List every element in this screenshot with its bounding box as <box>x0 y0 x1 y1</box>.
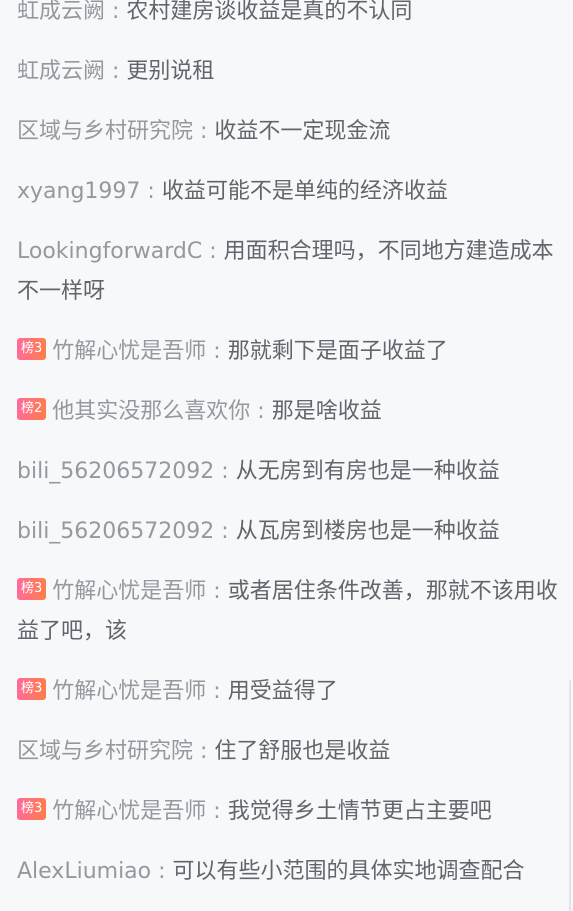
chat-message: 榜3 竹解心忧是吾师 : 用受益得了 <box>17 672 559 712</box>
message-separator: : <box>214 519 236 544</box>
message-text: 那就剩下是面子收益了 <box>227 339 448 364</box>
chat-message: 榜3 竹解心忧是吾师 : 或者居住条件改善，那就不该用收益了吧，该 <box>17 572 559 652</box>
message-separator: : <box>206 679 228 704</box>
rank-badge: 榜2 <box>17 398 47 420</box>
message-text: 更别说租 <box>126 59 215 84</box>
message-separator: : <box>105 0 127 24</box>
message-separator: : <box>214 459 236 484</box>
rank-badge: 榜3 <box>17 798 47 820</box>
chat-message: 区域与乡村研究院 : 收益不一定现金流 <box>17 112 559 152</box>
message-username[interactable]: xyang1997 <box>17 179 140 204</box>
message-text: 我觉得乡土情节更占主要吧 <box>227 799 492 824</box>
chat-message: bili_56206572092 : 从瓦房到楼房也是一种收益 <box>17 512 559 552</box>
message-username[interactable]: 竹解心忧是吾师 <box>52 339 206 364</box>
message-separator: : <box>206 799 228 824</box>
chat-message: 榜3 竹解心忧是吾师 : 我觉得乡土情节更占主要吧 <box>17 792 559 832</box>
message-separator: : <box>193 739 215 764</box>
chat-message: 榜3 竹解心忧是吾师 : 那就剩下是面子收益了 <box>17 332 559 372</box>
chat-message: 区域与乡村研究院 : 住了舒服也是收益 <box>17 732 559 772</box>
rank-badge: 榜3 <box>17 578 47 600</box>
message-username[interactable]: 区域与乡村研究院 <box>17 119 193 144</box>
message-text: 从瓦房到楼房也是一种收益 <box>235 519 500 544</box>
chat-message: 榜2 他其实没那么喜欢你 : 那是啥收益 <box>17 392 559 432</box>
message-username[interactable]: 竹解心忧是吾师 <box>52 579 206 604</box>
chat-message: AlexLiumiao : 可以有些小范围的具体实地调查配合 <box>17 852 559 892</box>
message-username[interactable]: 区域与乡村研究院 <box>17 739 193 764</box>
message-text: 那是啥收益 <box>271 399 382 424</box>
message-text: 农村建房谈收益是真的不认同 <box>126 0 413 24</box>
message-text: 从无房到有房也是一种收益 <box>235 459 500 484</box>
chat-message: LookingforwardC : 用面积合理吗，不同地方建造成本不一样呀 <box>17 232 559 312</box>
message-separator: : <box>193 119 215 144</box>
message-separator: : <box>206 579 228 604</box>
message-username[interactable]: LookingforwardC <box>17 239 202 264</box>
message-username[interactable]: 竹解心忧是吾师 <box>52 679 206 704</box>
message-username[interactable]: 虹成云阙 <box>17 59 105 84</box>
message-username[interactable]: AlexLiumiao <box>17 859 151 884</box>
message-text: 收益不一定现金流 <box>214 119 391 144</box>
rank-badge: 榜3 <box>17 678 47 700</box>
message-username[interactable]: 竹解心忧是吾师 <box>52 799 206 824</box>
rank-badge: 榜3 <box>17 338 47 360</box>
chat-message: 虹成云阙 : 农村建房谈收益是真的不认同 <box>17 0 559 32</box>
message-separator: : <box>250 399 272 424</box>
message-separator: : <box>206 339 228 364</box>
chat-message: 虹成云阙 : 更别说租 <box>17 52 559 92</box>
message-separator: : <box>140 179 162 204</box>
message-username[interactable]: bili_56206572092 <box>17 519 214 544</box>
message-text: 收益可能不是单纯的经济收益 <box>161 179 448 204</box>
message-separator: : <box>202 239 224 264</box>
message-text: 用受益得了 <box>227 679 338 704</box>
message-separator: : <box>151 859 173 884</box>
chat-message: xyang1997 : 收益可能不是单纯的经济收益 <box>17 172 559 212</box>
message-text: 住了舒服也是收益 <box>214 739 391 764</box>
message-username[interactable]: 虹成云阙 <box>17 0 105 24</box>
message-username[interactable]: 他其实没那么喜欢你 <box>52 399 250 424</box>
message-text: 可以有些小范围的具体实地调查配合 <box>172 859 525 884</box>
message-separator: : <box>105 59 127 84</box>
scrollbar-track[interactable] <box>569 680 571 911</box>
message-username[interactable]: bili_56206572092 <box>17 459 214 484</box>
chat-message-list: 虹成云阙 : 农村建房谈收益是真的不认同 虹成云阙 : 更别说租 区域与乡村研究… <box>0 0 573 911</box>
chat-message: bili_56206572092 : 从无房到有房也是一种收益 <box>17 452 559 492</box>
